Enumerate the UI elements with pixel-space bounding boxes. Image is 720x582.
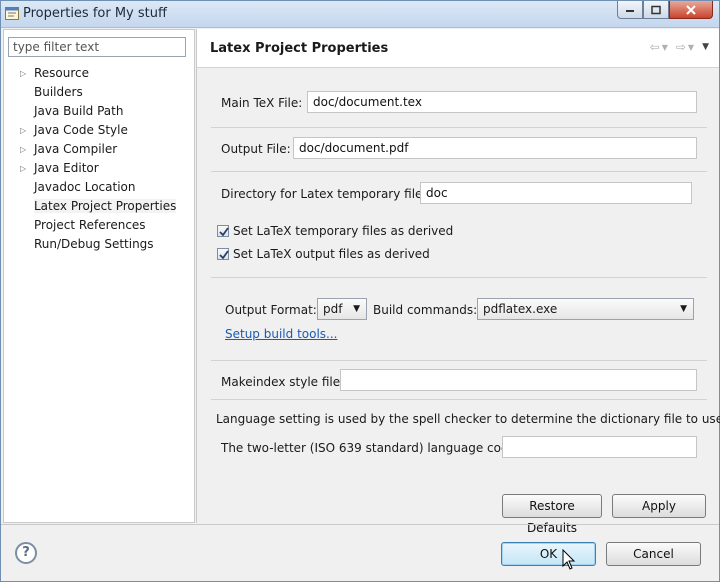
divider — [211, 399, 707, 400]
chevron-down-icon: ▼ — [353, 304, 360, 314]
build-commands-label: Build commands: — [373, 303, 478, 317]
ok-button[interactable]: OK — [501, 542, 596, 566]
maximize-button[interactable] — [643, 1, 669, 19]
forward-menu-chevron-icon[interactable]: ▼ — [688, 43, 694, 52]
tree-item-label: Run/Debug Settings — [34, 237, 154, 251]
divider — [211, 171, 707, 172]
output-format-label: Output Format: — [225, 303, 317, 317]
tree-item-label: Resource — [34, 66, 90, 80]
tree-item-label: Java Build Path — [34, 104, 124, 118]
divider — [211, 277, 707, 278]
tree-item-label: Builders — [34, 85, 83, 99]
output-format-select[interactable]: pdf ▼ — [317, 298, 367, 320]
build-commands-select[interactable]: pdflatex.exe ▼ — [477, 298, 694, 320]
derived-output-checkbox[interactable] — [217, 248, 229, 260]
output-file-field[interactable] — [293, 137, 697, 159]
main-tex-field[interactable] — [307, 91, 697, 113]
restore-defaults-button[interactable]: Restore Defaults — [502, 494, 602, 535]
tree-item-label: Latex Project Properties — [34, 199, 177, 213]
help-icon[interactable]: ? — [15, 542, 37, 564]
output-file-label: Output File: — [221, 142, 291, 156]
expand-arrow-icon[interactable]: ▷ — [20, 140, 26, 159]
tree-item-javadoc-location[interactable]: Javadoc Location — [4, 178, 194, 197]
tree-item-builders[interactable]: Builders — [4, 83, 194, 102]
close-icon — [686, 4, 696, 15]
expand-arrow-icon[interactable]: ▷ — [20, 121, 26, 140]
tree-item-label: Java Compiler — [34, 142, 118, 156]
divider — [211, 127, 707, 128]
derived-temp-label: Set LaTeX temporary files as derived — [233, 224, 454, 238]
tree-item-latex-project-properties[interactable]: Latex Project Properties — [4, 197, 194, 216]
page-title: Latex Project Properties — [210, 41, 389, 56]
properties-page: Latex Project Properties ⇦ ▼ ⇨ ▼ ▼ Main … — [196, 29, 720, 535]
category-pane: ▷ Resource Builders Java Build Path ▷ Ja… — [3, 29, 195, 523]
tree-item-run-debug-settings[interactable]: Run/Debug Settings — [4, 235, 194, 254]
setup-build-tools-link[interactable]: Setup build tools... — [225, 327, 337, 341]
tree-item-project-references[interactable]: Project References — [4, 216, 194, 235]
tree-item-java-compiler[interactable]: ▷ Java Compiler — [4, 140, 194, 159]
tree-item-label: Project References — [34, 218, 146, 232]
back-arrow-icon[interactable]: ⇦ — [650, 40, 660, 54]
category-tree: ▷ Resource Builders Java Build Path ▷ Ja… — [4, 64, 194, 254]
expand-arrow-icon[interactable]: ▷ — [20, 159, 26, 178]
close-button[interactable] — [669, 1, 713, 19]
tree-item-java-code-style[interactable]: ▷ Java Code Style — [4, 121, 194, 140]
filter-input[interactable] — [8, 37, 186, 57]
checkmark-icon — [219, 250, 229, 260]
minimize-button[interactable] — [617, 1, 643, 19]
temp-dir-label: Directory for Latex temporary files: — [221, 187, 433, 201]
tree-item-label: Java Editor — [34, 161, 99, 175]
divider — [211, 360, 707, 361]
tree-item-label: Java Code Style — [34, 123, 128, 137]
main-tex-label: Main TeX File: — [221, 96, 303, 110]
language-note: Language setting is used by the spell ch… — [216, 412, 720, 426]
footer-divider — [1, 524, 719, 525]
tree-item-java-build-path[interactable]: Java Build Path — [4, 102, 194, 121]
tree-item-java-editor[interactable]: ▷ Java Editor — [4, 159, 194, 178]
properties-window-icon — [5, 7, 19, 20]
expand-arrow-icon[interactable]: ▷ — [20, 64, 26, 83]
language-code-field[interactable] — [502, 436, 697, 458]
back-menu-chevron-icon[interactable]: ▼ — [662, 43, 668, 52]
navigation-controls: ⇦ ▼ ⇨ ▼ ▼ — [650, 40, 709, 54]
derived-output-label: Set LaTeX output files as derived — [233, 247, 430, 261]
properties-dialog: Properties for My stuff ▷ Resource Build… — [0, 0, 720, 582]
build-commands-value: pdflatex.exe — [483, 302, 558, 316]
derived-temp-checkbox[interactable] — [217, 225, 229, 237]
mouse-pointer-icon — [562, 549, 576, 570]
temp-dir-field[interactable] — [420, 182, 692, 204]
cancel-button[interactable]: Cancel — [606, 542, 701, 566]
title-bar: Properties for My stuff — [1, 1, 719, 28]
window-controls — [617, 1, 713, 21]
makeindex-label: Makeindex style file: — [221, 375, 345, 389]
checkmark-icon — [219, 227, 229, 237]
tree-item-resource[interactable]: ▷ Resource — [4, 64, 194, 83]
window-title: Properties for My stuff — [23, 6, 167, 21]
apply-button[interactable]: Apply — [612, 494, 706, 518]
chevron-down-icon: ▼ — [680, 304, 687, 314]
minimize-icon — [626, 9, 634, 12]
language-code-label: The two-letter (ISO 639 standard) langua… — [221, 441, 521, 455]
view-menu-icon[interactable]: ▼ — [702, 42, 709, 52]
page-header: Latex Project Properties ⇦ ▼ ⇨ ▼ ▼ — [197, 29, 719, 68]
output-format-value: pdf — [323, 302, 343, 316]
forward-arrow-icon[interactable]: ⇨ — [676, 40, 686, 54]
makeindex-field[interactable] — [340, 369, 697, 391]
tree-item-label: Javadoc Location — [34, 180, 136, 194]
maximize-icon — [651, 5, 661, 14]
